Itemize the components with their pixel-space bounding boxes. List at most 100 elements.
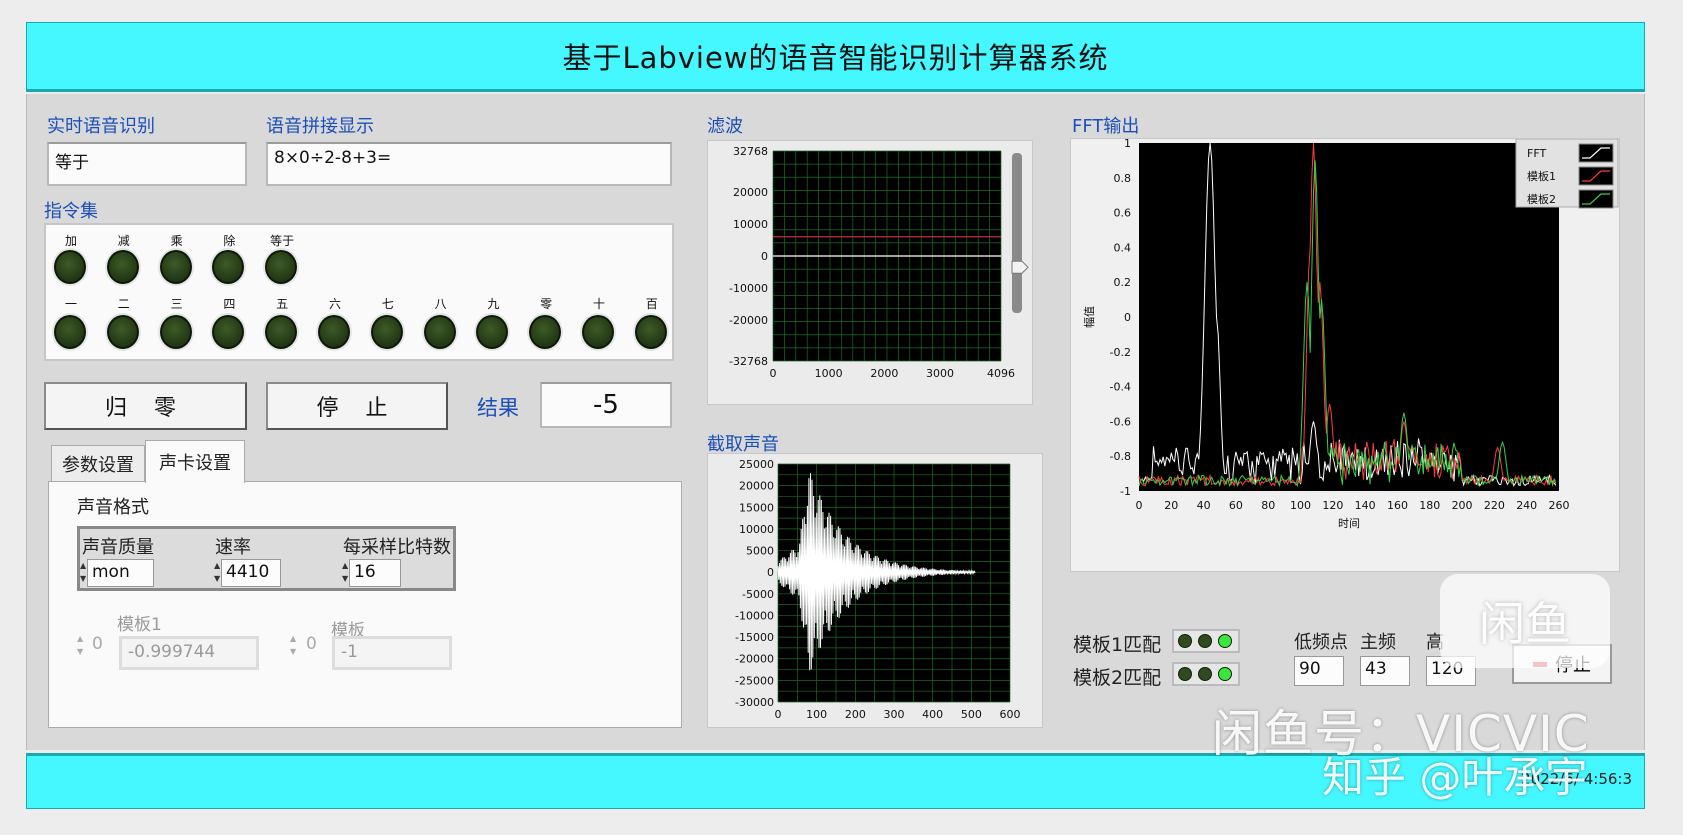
filter-x-tick: 2000	[870, 367, 898, 380]
digit-led-label-1: 二	[117, 297, 130, 311]
fft-y-tick: -0.6	[1110, 415, 1131, 428]
fft-y-tick: -0.2	[1110, 346, 1131, 359]
zhihu-watermark: 知乎 @叶承宇	[1322, 753, 1588, 802]
capture-x-tick: 600	[1000, 708, 1021, 721]
fft-y-tick: -0.8	[1110, 450, 1131, 463]
fft-x-label: 时间	[1338, 517, 1360, 530]
fft-legend-label-1: 模板1	[1527, 169, 1556, 183]
digit-led-label-3: 四	[223, 297, 236, 311]
filter-slider-handle	[1011, 260, 1029, 274]
op-led-3	[212, 250, 245, 284]
fft-x-tick: 60	[1229, 499, 1243, 512]
capture-y-tick: -20000	[735, 653, 774, 666]
quality-input[interactable]: mon	[87, 559, 154, 587]
digit-led-4	[265, 315, 298, 349]
digit-led-label-9: 零	[540, 297, 553, 311]
digit-led-label-10: 十	[592, 297, 605, 311]
fft-legend: FFT 模板1 模板2	[1515, 138, 1619, 209]
capture-y-tick: 20000	[739, 480, 774, 493]
digit-led-8	[476, 315, 509, 349]
concat-label: 语音拼接显示	[266, 116, 374, 137]
main-freq-value: 43	[1360, 656, 1410, 686]
bits-stepper-icon[interactable]: ▲ ▼	[342, 559, 348, 587]
capture-x-tick: 100	[806, 708, 827, 721]
capture-x-tick: 200	[845, 708, 866, 721]
capture-y-tick: 0	[767, 566, 774, 579]
tab-soundcard[interactable]: 声卡设置	[145, 440, 245, 483]
filter-y-tick: 32768	[733, 145, 768, 158]
capture-y-tick: -10000	[735, 609, 774, 622]
fft-x-tick: 160	[1387, 499, 1408, 512]
match1-label: 模板1匹配	[1073, 634, 1162, 656]
low-freq-label: 低频点	[1294, 632, 1348, 653]
digit-led-11	[634, 315, 667, 349]
op-led-1	[106, 250, 139, 284]
digit-led-9	[529, 315, 562, 349]
digit-led-label-0: 一	[64, 297, 77, 311]
match2-label: 模板2匹配	[1073, 667, 1162, 689]
template2-stepper-icon[interactable]: ▲ ▼	[290, 632, 302, 660]
fft-plot-area	[1139, 143, 1559, 491]
filter-x-tick: 3000	[926, 367, 954, 380]
op-led-0	[54, 250, 86, 284]
match2-led-3	[1218, 667, 1232, 681]
fft-x-tick: 20	[1164, 499, 1178, 512]
quality-stepper-icon[interactable]: ▲ ▼	[80, 559, 86, 587]
realtime-field[interactable]: 等于	[47, 142, 247, 186]
fft-label: FFT输出	[1072, 116, 1140, 137]
main-freq-label: 主频	[1360, 632, 1396, 653]
capture-x-tick: 300	[884, 708, 905, 721]
capture-x-tick: 500	[961, 708, 982, 721]
quality-label: 声音质量	[82, 537, 154, 558]
instructions-panel: 加 减 乘 除 等于一 二 三 四 五 六 七 八 九 零 十 百	[44, 223, 674, 361]
template1-index: 0	[92, 634, 103, 654]
capture-x-tick: 400	[922, 708, 943, 721]
rate-input[interactable]: 4410	[221, 559, 281, 587]
fft-chart-svg: 0 20 40 60 80 100 120 140 160 180 200 220 240 260 1 0.8…	[1083, 137, 1619, 530]
fft-y-tick: 0.2	[1114, 276, 1132, 289]
fft-x-tick: 240	[1516, 499, 1537, 512]
filter-slider-track	[1012, 153, 1022, 313]
filter-chart: 0 1000 2000 3000 4096 32768 20000 10000 0 -10000 -…	[707, 140, 1033, 405]
tab-params[interactable]: 参数设置	[51, 445, 145, 481]
rate-label: 速率	[215, 537, 251, 558]
filter-y-tick: 20000	[733, 186, 768, 199]
template1-stepper-icon[interactable]: ▲ ▼	[77, 632, 89, 660]
fft-y-label: 幅值	[1083, 306, 1096, 328]
op-led-2	[159, 250, 192, 284]
match1-leds	[1172, 629, 1240, 653]
fft-y-tick: 1	[1124, 139, 1131, 150]
filter-x-tick: 4096	[987, 367, 1015, 380]
filter-label: 滤波	[707, 116, 743, 137]
digit-led-label-8: 九	[487, 297, 500, 311]
capture-y-tick: 10000	[739, 523, 774, 536]
digit-led-1	[106, 315, 139, 349]
xianyu-logo-text: 闲鱼	[1479, 597, 1571, 651]
led-label-2: 乘	[170, 234, 183, 248]
capture-y-tick: 5000	[746, 545, 774, 558]
match2-leds	[1172, 662, 1240, 686]
stop-button[interactable]: 停 止	[266, 382, 448, 430]
xianyu-logo-icon: 闲鱼	[1440, 574, 1610, 668]
fft-y-tick: 0	[1124, 311, 1131, 324]
title-bar: 基于Labview的语音智能识别计算器系统	[26, 22, 1645, 92]
digit-led-7	[423, 315, 456, 349]
digit-led-label-5: 六	[328, 297, 341, 311]
fft-x-tick: 200	[1452, 499, 1473, 512]
digit-led-5	[318, 315, 350, 349]
fft-x-tick: 40	[1197, 499, 1211, 512]
bits-label: 每采样比特数	[343, 537, 451, 558]
concat-field[interactable]: 8×0÷2-8+3=	[266, 142, 672, 186]
capture-y-tick: -25000	[735, 674, 774, 687]
bits-input[interactable]: 16	[349, 559, 401, 587]
digit-led-6	[370, 315, 403, 349]
reset-button[interactable]: 归 零	[44, 382, 247, 430]
fft-y-tick: 0.4	[1114, 241, 1132, 254]
filter-y-tick: 10000	[733, 218, 768, 231]
fft-chart: 0 20 40 60 80 100 120 140 160 180 200 220 240 260 1 0.8…	[1070, 137, 1620, 572]
rate-stepper-icon[interactable]: ▲ ▼	[214, 559, 220, 587]
digit-led-label-11: 百	[645, 297, 658, 311]
fft-x-tick: 260	[1549, 499, 1570, 512]
capture-y-tick: -30000	[735, 696, 774, 709]
digit-led-label-2: 三	[170, 297, 183, 311]
